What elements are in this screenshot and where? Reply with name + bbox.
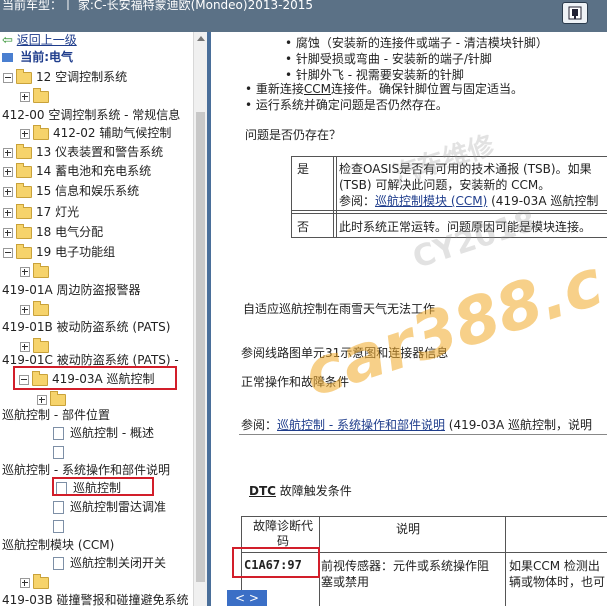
tree-item-419-03b[interactable]: 419-03B 碰撞警报和碰撞避免系统 — [2, 591, 189, 606]
sidebar-tree: ⇦ 返回上一级 当前:电气 12 空调控制系统 412-00 空调控制系统 - … — [0, 32, 207, 606]
folder-icon — [16, 203, 32, 219]
answer-no: 否 — [297, 220, 310, 234]
highlight-box — [52, 477, 154, 496]
content-panel: • 腐蚀（安装新的连接件或端子 - 清洁模块针脚） • 针脚受损或弯曲 - 安装… — [211, 32, 607, 606]
expand-icon[interactable] — [20, 577, 30, 588]
scroll-up-icon[interactable] — [197, 36, 205, 41]
tree-folder[interactable] — [20, 573, 53, 591]
tree-item-412-00[interactable]: 412-00 空调控制系统 - 常规信息 — [2, 106, 180, 124]
tree-item-overview[interactable]: 巡航控制 - 概述 — [53, 424, 154, 442]
folder-icon — [33, 87, 49, 103]
folder-icon — [33, 262, 49, 278]
folder-icon — [50, 390, 66, 406]
sidebar-scrollbar[interactable] — [193, 32, 207, 606]
tree-item-18[interactable]: 18 电气分配 — [3, 223, 103, 241]
current-location: 当前:电气 — [2, 48, 73, 66]
document-icon — [53, 446, 64, 459]
folder-icon — [16, 68, 32, 84]
dtc-condition: 如果CCM 检测出 — [509, 559, 600, 573]
folder-icon — [33, 300, 49, 316]
bullet: • 运行系统并确定问题是否仍然存在。 — [245, 98, 448, 112]
document-icon — [53, 501, 64, 514]
tree-item-412-02[interactable]: 412-02 辅助气候控制 — [20, 124, 171, 142]
folder-icon — [16, 243, 32, 259]
tree-folder[interactable] — [20, 300, 53, 318]
tree-item-ccm[interactable]: 巡航控制模块 (CCM) — [2, 536, 114, 554]
table-column-line — [505, 516, 506, 606]
yes-reference: 参阅：巡航控制模块 (CCM) (419-03A 巡航控制 — [339, 194, 599, 208]
collapse-icon[interactable] — [3, 72, 13, 83]
dtc-heading: DTC 故障触发条件 — [249, 484, 352, 498]
tree-item-off-switch[interactable]: 巡航控制关闭开关 — [53, 554, 166, 572]
expand-icon[interactable] — [37, 394, 47, 405]
ccm-link[interactable]: 巡航控制模块 (CCM) — [375, 194, 487, 208]
tree-item-19[interactable]: 19 电子功能组 — [3, 243, 115, 261]
sub-bullet: • 针脚受损或弯曲 - 安装新的端子/针脚 — [285, 52, 492, 66]
highlight-box — [13, 366, 177, 390]
scrollbar-thumb[interactable] — [196, 112, 205, 582]
expand-icon[interactable] — [3, 147, 13, 158]
expand-icon[interactable] — [20, 128, 30, 139]
expand-icon[interactable] — [3, 186, 13, 197]
tree-item-419-01a[interactable]: 419-01A 周边防盗报警器 — [2, 281, 141, 299]
folder-icon — [16, 143, 32, 159]
expand-icon[interactable] — [20, 266, 30, 277]
tree-item-17[interactable]: 17 灯光 — [3, 203, 79, 221]
tree-item-419-01b[interactable]: 419-01B 被动防盗系统 (PATS) — [2, 318, 170, 336]
dtc-description: 前视传感器：元件或系统操作阻 — [321, 559, 490, 573]
system-operation-link[interactable]: 巡航控制 - 系统操作和部件说明 — [277, 418, 445, 432]
folder-icon — [16, 162, 32, 178]
table-column-line — [333, 156, 334, 238]
expand-icon[interactable] — [3, 227, 13, 238]
tree-item-component-location[interactable]: 巡航控制 - 部件位置 — [2, 406, 110, 424]
pin-button[interactable] — [562, 2, 588, 24]
question-text: 问题是否仍存在？ — [245, 128, 342, 142]
tree-folder[interactable] — [20, 87, 53, 105]
tree-item-12[interactable]: 12 空调控制系统 — [3, 68, 127, 86]
title-bar: 当前车型：丨 家:C-长安福特蒙迪欧(Mondeo)2013-2015 — [0, 0, 607, 32]
tree-folder[interactable] — [20, 262, 53, 280]
document-icon — [53, 557, 64, 570]
collapse-icon[interactable] — [3, 247, 13, 258]
highlight-box — [232, 547, 320, 578]
pin-icon — [568, 6, 582, 20]
separator — [239, 434, 607, 435]
system-reference: 参阅：巡航控制 - 系统操作和部件说明 (419-03A 巡航控制，说明 — [241, 418, 593, 432]
yes-text: (TSB) 可解决此问题，安装新的 CCM。 — [339, 178, 551, 192]
table-divider — [291, 210, 607, 211]
tree-doc[interactable] — [53, 443, 70, 461]
watermark-logo: car388.c — [295, 246, 607, 412]
back-link[interactable]: ⇦ 返回上一级 — [2, 32, 77, 49]
expand-icon[interactable] — [20, 304, 30, 315]
table-column-line — [336, 156, 337, 238]
expand-icon[interactable] — [3, 166, 13, 177]
dtc-header-code: 故障诊断代码 — [252, 519, 313, 548]
tree-item-15[interactable]: 15 信息和娱乐系统 — [3, 182, 139, 200]
folder-icon — [16, 223, 32, 239]
tree-item-13[interactable]: 13 仪表装置和警告系统 — [3, 143, 163, 161]
document-icon — [53, 427, 64, 440]
dtc-condition: 辆或物体时，也可 — [509, 575, 606, 589]
back-arrow-icon: ⇦ — [2, 33, 13, 48]
folder-icon — [33, 124, 49, 140]
answer-yes: 是 — [297, 162, 310, 176]
tree-item-14[interactable]: 14 蓄电池和充电系统 — [3, 162, 151, 180]
tree-item-radar-alignment[interactable]: 巡航控制雷达调准 — [53, 498, 166, 516]
dtc-header-desc: 说明 — [396, 522, 421, 536]
expand-icon[interactable] — [3, 207, 13, 218]
page-nav-button[interactable]: < > — [227, 590, 267, 606]
dtc-description: 塞或禁用 — [321, 575, 370, 589]
folder-icon — [33, 573, 49, 589]
window-title: 当前车型：丨 家:C-长安福特蒙迪欧(Mondeo)2013-2015 — [2, 0, 313, 12]
folder-icon — [16, 182, 32, 198]
bullet: • 重新连接CCM连接件。确保针脚位置与固定适当。 — [245, 82, 524, 96]
sub-bullet: • 腐蚀（安装新的连接件或端子 - 清洁模块针脚） — [285, 36, 548, 50]
document-icon — [53, 520, 64, 533]
expand-icon[interactable] — [20, 341, 30, 352]
home-icon — [2, 53, 13, 62]
expand-icon[interactable] — [20, 91, 30, 102]
tree-doc[interactable] — [53, 517, 70, 535]
table-divider — [291, 213, 607, 214]
